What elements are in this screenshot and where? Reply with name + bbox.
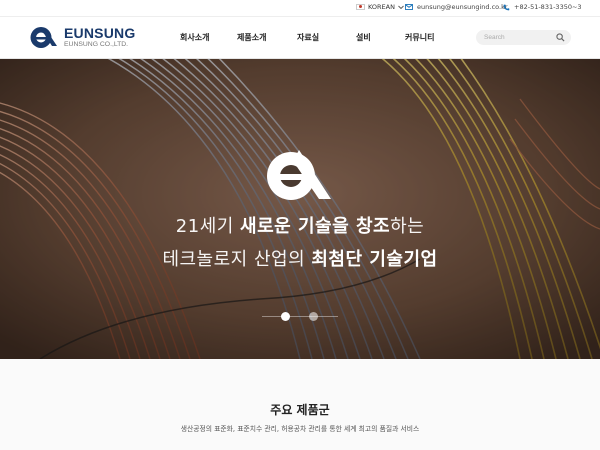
hero-headline-line2: 테크놀로지 산업의 최첨단 기술기업	[162, 249, 438, 270]
slide-dot-1[interactable]	[281, 312, 290, 321]
section-subtitle: 생산공정의 표준화, 표준치수 관리, 허용공차 관리를 통한 세계 최고의 품…	[180, 425, 420, 433]
nav-item-company[interactable]: 회사소개	[180, 32, 209, 43]
phone-icon	[503, 4, 510, 10]
email-text: eunsung@eunsungind.co.kr	[417, 3, 508, 11]
top-utility-bar: KOREAN eunsung@eunsungind.co.kr +82-51-8…	[0, 0, 600, 17]
nav-item-facilities[interactable]: 설비	[356, 32, 371, 43]
slide-dot-2[interactable]	[309, 312, 318, 321]
nav-item-community[interactable]: 커뮤니티	[405, 32, 434, 43]
search-box	[476, 30, 571, 45]
mail-icon	[405, 4, 413, 10]
phone-link[interactable]: +82-51-831-3350~3	[503, 3, 582, 11]
search-input[interactable]	[484, 33, 554, 42]
nav-item-resources[interactable]: 자료실	[297, 32, 319, 43]
site-header: EUNSUNG EUNSUNG CO.,LTD. 회사소개 제품소개 자료실 설…	[0, 17, 600, 59]
main-products-section: 주요 제품군 생산공정의 표준화, 표준치수 관리, 허용공차 관리를 통한 세…	[0, 359, 600, 450]
email-link[interactable]: eunsung@eunsungind.co.kr	[405, 3, 508, 11]
chevron-down-icon	[398, 5, 404, 9]
phone-text: +82-51-831-3350~3	[514, 3, 582, 11]
hero-slider: 21세기 새로운 기술을 창조하는 테크놀로지 산업의 최첨단 기술기업	[0, 59, 600, 359]
slider-pagination	[262, 311, 338, 323]
language-label: KOREAN	[368, 3, 395, 11]
hero-headline-line1: 21세기 새로운 기술을 창조하는	[175, 216, 425, 237]
search-icon[interactable]	[556, 33, 565, 42]
nav-item-products[interactable]: 제품소개	[237, 32, 266, 43]
flag-kr-icon	[356, 4, 365, 10]
hero-logo-icon	[267, 150, 331, 200]
section-title: 주요 제품군	[270, 403, 330, 417]
language-selector[interactable]: KOREAN	[356, 3, 404, 11]
